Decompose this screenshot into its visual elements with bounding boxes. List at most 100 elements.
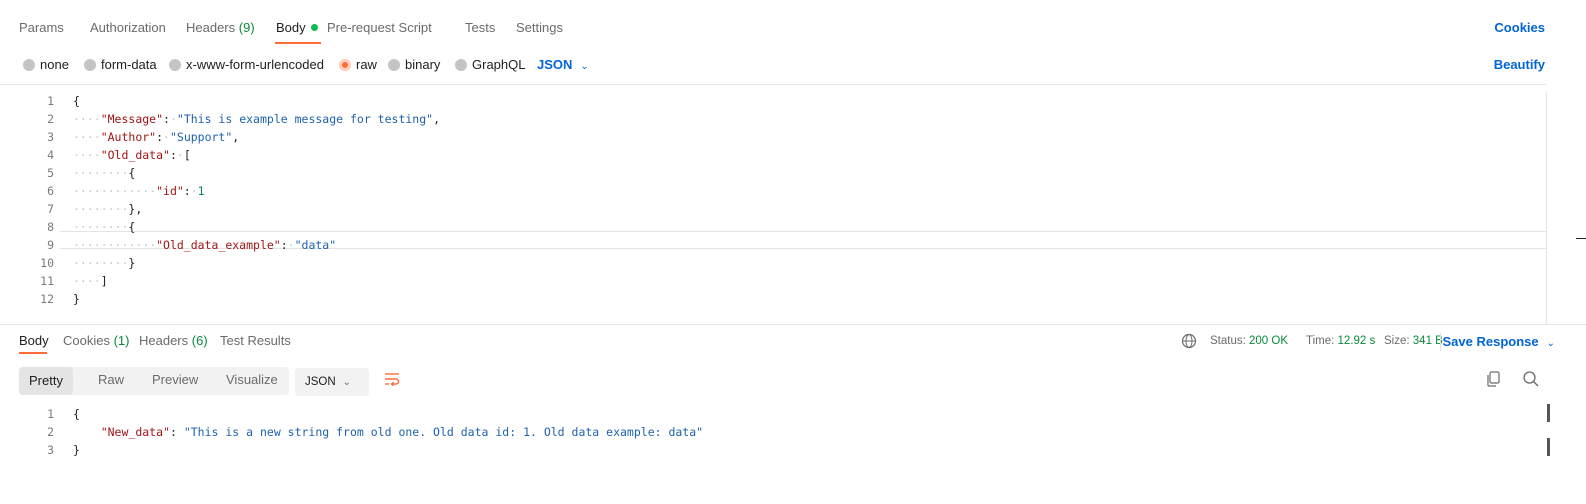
time-label: Time: xyxy=(1306,335,1335,347)
scroll-marker xyxy=(1576,238,1586,239)
code-text: ····"Author":·"Support", xyxy=(73,130,240,144)
tab-settings[interactable]: Settings xyxy=(516,20,563,35)
response-active-underline xyxy=(19,352,47,354)
time-indicator[interactable]: Time: 12.92 s xyxy=(1306,335,1375,347)
line-number: 3 xyxy=(47,130,54,144)
time-value: 12.92 s xyxy=(1337,335,1376,347)
code-text: } xyxy=(73,443,80,457)
code-text: ············"Old_data_example":·"data" xyxy=(73,238,337,252)
response-format-dropdown[interactable]: JSON ⌄ xyxy=(295,368,369,396)
line-number: 2 xyxy=(47,425,54,439)
code-text: "New_data": "This is a new string from o… xyxy=(100,425,704,439)
format-label: JSON xyxy=(537,57,573,72)
view-raw[interactable]: Raw xyxy=(98,372,124,387)
radio-form-data[interactable]: form-data xyxy=(84,57,157,72)
size-indicator[interactable]: Size: 341 B xyxy=(1384,335,1443,347)
radio-circle xyxy=(455,58,467,71)
code-text: ····"Old_data":·[ xyxy=(73,148,191,162)
radio-urlencoded[interactable]: x-www-form-urlencoded xyxy=(169,57,324,72)
response-tab-headers[interactable]: Headers (6) xyxy=(139,333,208,348)
radio-label: binary xyxy=(405,57,441,72)
radio-label: x-www-form-urlencoded xyxy=(186,57,324,72)
tab-authorization[interactable]: Authorization xyxy=(90,20,166,35)
response-format-label: JSON xyxy=(305,376,336,388)
beautify-button[interactable]: Beautify xyxy=(1494,57,1545,72)
code-text: ····"Message":·"This is example message … xyxy=(73,112,441,126)
view-preview[interactable]: Preview xyxy=(152,372,198,387)
tab-params[interactable]: Params xyxy=(19,20,64,35)
line-number: 1 xyxy=(47,407,54,421)
radio-binary[interactable]: binary xyxy=(388,57,440,72)
line-number: 8 xyxy=(47,220,54,234)
radio-circle xyxy=(23,58,35,71)
radio-circle xyxy=(84,58,96,71)
json-key: "Message" xyxy=(100,112,164,126)
tab-headers[interactable]: Headers (9) xyxy=(186,20,255,35)
network-globe-icon[interactable] xyxy=(1181,333,1197,352)
code-text: ············"id":·1 xyxy=(73,184,205,198)
chevron-down-icon: ⌄ xyxy=(580,61,589,72)
status-indicator[interactable]: Status: 200 OK xyxy=(1210,335,1288,347)
copy-icon[interactable] xyxy=(1486,371,1500,387)
size-value: 341 B xyxy=(1412,335,1443,347)
cookies-count: (1) xyxy=(113,333,130,348)
response-tab-body[interactable]: Body xyxy=(19,333,49,348)
radio-label: raw xyxy=(356,57,377,72)
json-string: "data" xyxy=(294,238,337,252)
wrap-lines-button[interactable] xyxy=(377,368,407,396)
tab-prerequest-script[interactable]: Pre-request Script xyxy=(327,20,432,35)
response-tab-test-results[interactable]: Test Results xyxy=(220,333,291,348)
radio-label: form-data xyxy=(101,57,157,72)
tab-body[interactable]: Body xyxy=(276,20,318,35)
tab-body-label: Body xyxy=(276,20,306,35)
json-key: "Old_data" xyxy=(100,148,170,162)
radio-graphql[interactable]: GraphQL xyxy=(455,57,525,72)
cookies-link[interactable]: Cookies xyxy=(1494,20,1545,35)
code-text: ········{ xyxy=(73,166,136,180)
save-response-button[interactable]: Save Response ⌄ xyxy=(1443,334,1556,349)
line-number: 3 xyxy=(47,443,54,457)
radio-none[interactable]: none xyxy=(23,57,69,72)
radio-circle xyxy=(388,58,400,71)
tab-headers-label: Headers xyxy=(186,20,236,35)
radio-raw[interactable]: raw xyxy=(339,57,377,72)
response-tab-cookies[interactable]: Cookies (1) xyxy=(63,333,129,348)
size-label: Size: xyxy=(1384,335,1410,347)
search-icon[interactable] xyxy=(1522,370,1540,388)
tab-tests[interactable]: Tests xyxy=(465,20,495,35)
save-response-label: Save Response xyxy=(1442,334,1539,349)
body-indicator-dot xyxy=(310,24,318,31)
line-number: 12 xyxy=(40,292,54,306)
scrollbar-thumb[interactable] xyxy=(1547,404,1550,422)
code-text: ········{ xyxy=(73,220,136,234)
json-key: "New_data" xyxy=(100,425,170,439)
response-body-viewer[interactable]: 1 { 2 "New_data": "This is a new string f… xyxy=(0,405,1546,465)
radio-label: GraphQL xyxy=(472,57,526,72)
code-text: ········} xyxy=(73,256,136,270)
json-string: "This is example message for testing" xyxy=(176,112,434,126)
json-key: "Author" xyxy=(100,130,157,144)
headers-count: (6) xyxy=(191,333,208,348)
code-text: ····] xyxy=(73,274,108,288)
view-visualize[interactable]: Visualize xyxy=(226,372,278,387)
wrap-icon xyxy=(385,373,400,387)
divider xyxy=(0,84,1546,85)
line-number: 7 xyxy=(47,202,54,216)
divider xyxy=(1546,92,1547,324)
view-pretty[interactable]: Pretty xyxy=(19,367,73,395)
request-body-editor[interactable]: 1 { 2 ····"Message":·"This is example mess… xyxy=(0,92,1546,317)
json-key: "id" xyxy=(156,184,184,198)
json-number: 1 xyxy=(197,184,205,198)
divider xyxy=(1440,333,1441,351)
response-tab-cookies-label: Cookies xyxy=(63,333,110,348)
divider xyxy=(0,324,1586,325)
code-text: { xyxy=(73,94,80,108)
line-number: 2 xyxy=(47,112,54,126)
scrollbar-thumb[interactable] xyxy=(1547,438,1550,456)
active-tab-underline xyxy=(275,42,321,44)
json-key: "Old_data_example" xyxy=(156,238,281,252)
line-number: 4 xyxy=(47,148,54,162)
line-number: 11 xyxy=(40,274,54,288)
chevron-down-icon: ⌄ xyxy=(342,377,352,388)
format-dropdown[interactable]: JSON ⌄ xyxy=(537,57,589,72)
